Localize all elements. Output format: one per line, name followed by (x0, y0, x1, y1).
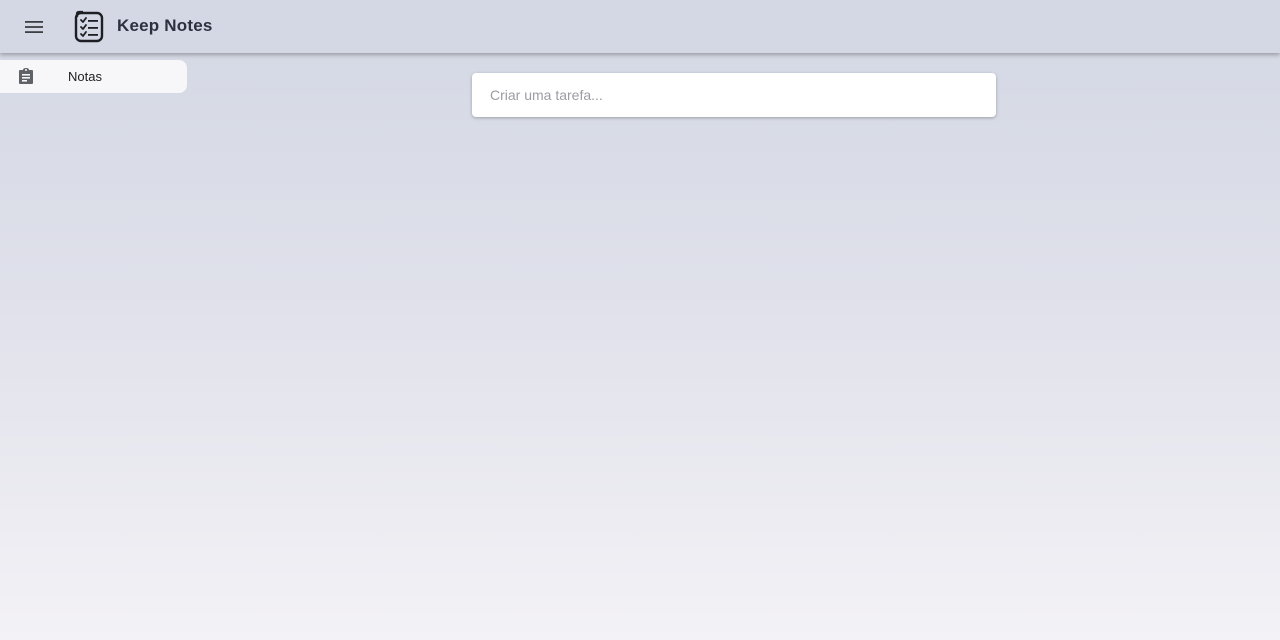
top-app-bar: Keep Notes (0, 0, 1280, 53)
main-menu-button[interactable] (18, 11, 50, 43)
create-task-input[interactable] (472, 73, 996, 117)
checklist-clipboard-icon (74, 10, 104, 43)
menu-icon (25, 21, 43, 33)
create-task-card (472, 73, 996, 117)
sidebar-item-label: Notas (68, 69, 102, 84)
clipboard-icon (19, 68, 33, 84)
sidebar-item-notas[interactable]: Notas (0, 60, 187, 93)
app-title: Keep Notes (117, 16, 213, 35)
